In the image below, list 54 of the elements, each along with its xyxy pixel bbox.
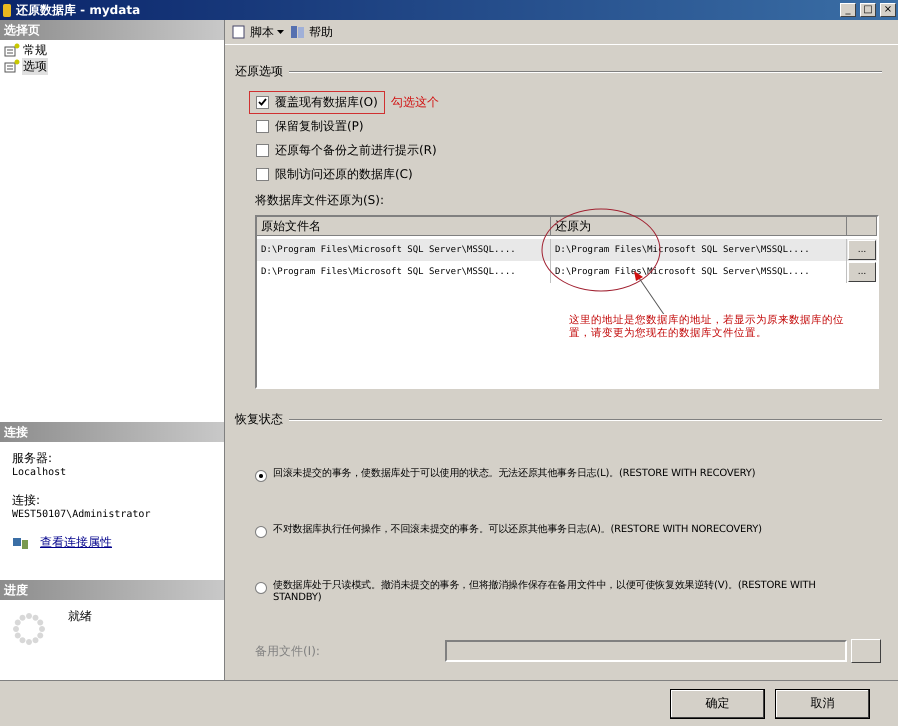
checkbox[interactable] <box>256 144 269 156</box>
option-label: 限制访问还原的数据库(C) <box>275 166 413 182</box>
radio-button[interactable] <box>255 470 267 482</box>
window-control-button[interactable]: × <box>880 3 896 17</box>
properties-icon <box>12 536 30 550</box>
standby-file-label: 备用文件(I): <box>255 642 321 660</box>
option-label: 还原每个备份之前进行提示(R) <box>275 142 437 158</box>
spinner-icon <box>12 612 46 646</box>
option-label: 覆盖现有数据库(O) <box>275 94 378 110</box>
column-header: 还原为 <box>551 217 847 236</box>
group-title: 恢复状态 <box>235 411 283 428</box>
document-icon <box>231 24 247 40</box>
checkbox[interactable] <box>256 96 269 108</box>
browse-button[interactable] <box>851 639 881 663</box>
radio-label: 回滚未提交的事务，使数据库处于可以使用的状态。无法还原其他事务日志(L)。(RESTORE WITH RECOVERY) <box>273 468 756 480</box>
radio-label: 不对数据库执行任何操作，不回滚未提交的事务。可以还原其他事务日志(A)。(RESTORE WITH NORECOVERY) <box>273 524 762 536</box>
sidebar-item[interactable]: 常规 <box>22 42 48 58</box>
files-label: 将数据库文件还原为(S): <box>255 192 386 209</box>
browse-button[interactable]: ... <box>848 262 876 282</box>
annotation-label: 勾选这个 <box>390 94 439 110</box>
section-header: 选择页 <box>0 20 224 40</box>
checkbox[interactable] <box>256 120 269 132</box>
progress-status: 就绪 <box>68 608 92 625</box>
section-header: 进度 <box>0 580 224 600</box>
script-button[interactable]: 脚本 <box>231 24 284 40</box>
connection-label: 连接: <box>12 492 42 509</box>
page-icon <box>4 43 20 57</box>
book-icon <box>290 24 306 40</box>
page-icon <box>4 59 20 73</box>
column-header: 原始文件名 <box>257 217 551 236</box>
group-title: 还原选项 <box>235 63 283 80</box>
cancel-button[interactable]: 取消 <box>775 688 870 718</box>
server-name: Localhost <box>12 467 68 478</box>
caret-icon <box>277 30 284 34</box>
database-icon <box>2 2 12 18</box>
window-control-button[interactable]: _ <box>840 3 856 17</box>
radio-button[interactable] <box>255 582 267 594</box>
ok-button[interactable]: 确定 <box>670 688 765 718</box>
sidebar-item[interactable]: 选项 <box>22 58 48 74</box>
window-control-button[interactable]: □ <box>860 3 876 17</box>
radio-label: 使数据库处于只读模式。撤消未提交的事务，但将撤消操作保存在备用文件中，以便可使恢复效果逆转(V)。(RESTORE WITH STANDBY) <box>273 580 817 604</box>
browse-button[interactable]: ... <box>848 240 876 260</box>
table-cell: D:\Program Files\Microsoft SQL Server\MSSQL.... <box>257 261 551 283</box>
server-label: 服务器: <box>12 450 54 467</box>
checkbox[interactable] <box>256 168 269 180</box>
standby-file-field[interactable] <box>445 640 847 662</box>
option-label: 保留复制设置(P) <box>275 118 364 134</box>
help-button[interactable]: 帮助 <box>290 24 333 40</box>
connection-user: WEST50107\Administrator <box>12 509 152 520</box>
checkmark-icon <box>258 98 267 106</box>
window-title: 还原数据库 - mydata <box>16 2 142 18</box>
connection-properties-link[interactable]: 查看连接属性 <box>40 534 112 551</box>
section-header: 连接 <box>0 422 224 442</box>
radio-button[interactable] <box>255 526 267 538</box>
